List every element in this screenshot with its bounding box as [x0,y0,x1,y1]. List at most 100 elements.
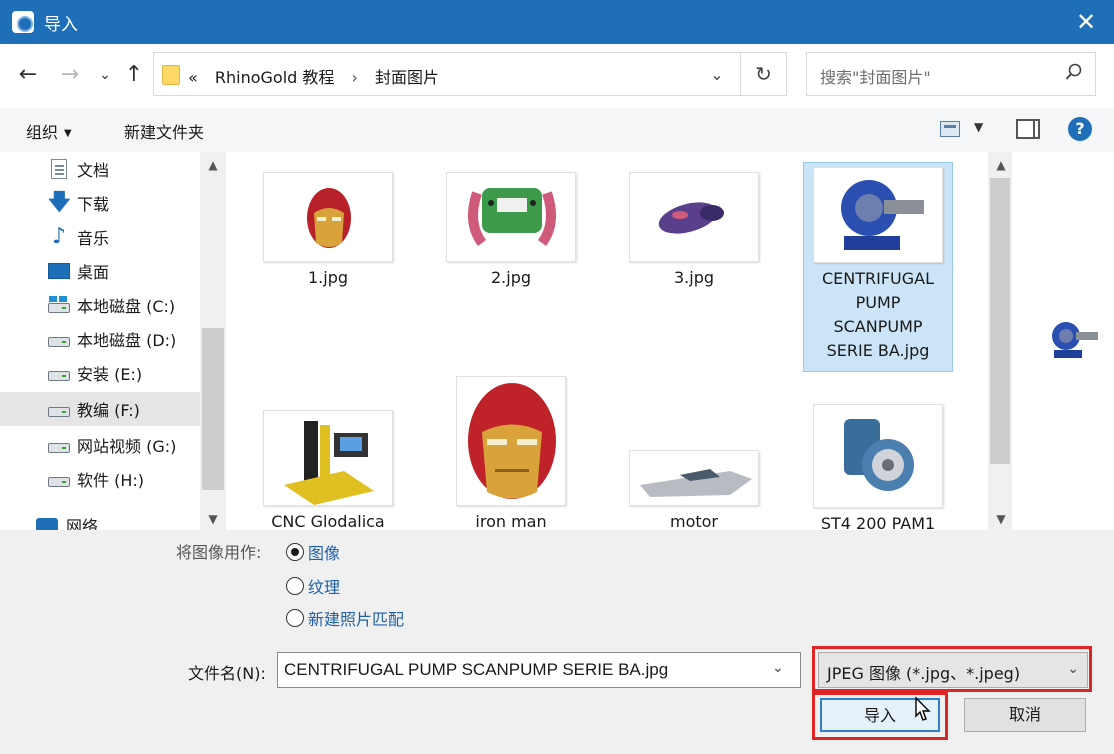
file-thumbnail [813,404,943,508]
radio-button[interactable] [286,609,304,627]
back-arrow-icon[interactable]: ← [16,62,40,88]
scroll-down-icon[interactable]: ▼ [200,508,226,530]
sidebar-item-label: 安装 (E:) [77,365,143,384]
sidebar-scrollbar[interactable]: ▲ ▼ [200,152,226,530]
breadcrumb-item[interactable]: RhinoGold 教程 [215,68,335,87]
file-name: 2.jpg [490,268,532,287]
address-dropdown-icon[interactable]: ⌄ [705,63,729,87]
file-thumbnail [629,172,759,262]
file-name: 3.jpg [673,268,715,287]
file-item[interactable]: CNC Glodalica [253,410,403,530]
sidebar-item-drive-c[interactable]: 本地磁盘 (C:) [0,288,200,322]
change-view-icon[interactable] [940,121,960,137]
file-item[interactable]: 3.jpg [619,172,769,294]
file-item[interactable]: CENTRIFUGAL PUMP SCANPUMP SERIE BA.jpg [803,162,953,372]
sidebar-item-label: 本地磁盘 (D:) [77,331,177,350]
address-bar[interactable]: « RhinoGold 教程 › 封面图片 ⌄ ↻ [153,52,787,96]
file-item[interactable]: ST4 200 PAM1 [803,404,953,530]
forward-arrow-icon[interactable]: → [58,62,82,88]
file-item[interactable]: 1.jpg [253,172,403,294]
sidebar-item-drive-g[interactable]: 网站视频 (G:) [0,428,200,462]
recent-locations-chevron-icon[interactable]: ⌄ [93,62,117,88]
sidebar-item-label: 网站视频 (G:) [77,437,177,456]
breadcrumb-overflow[interactable]: « [188,68,198,87]
file-thumbnail [446,172,576,262]
organize-label: 组织 [26,123,59,142]
file-item[interactable]: iron man [436,376,586,530]
help-icon[interactable]: ? [1068,117,1092,141]
file-name: iron man [475,512,547,530]
file-list: 1.jpg 2.jpg 3.jpg CENTRIFUGAL PUMP SCANP… [226,152,988,530]
sidebar-item-documents[interactable]: 文档 [0,152,200,186]
document-icon [51,159,67,179]
sidebar-item-drive-d[interactable]: 本地磁盘 (D:) [0,322,200,356]
file-name: 1.jpg [307,268,349,287]
file-thumbnail [456,376,566,506]
refresh-icon[interactable]: ↻ [740,53,786,95]
sidebar-item-network[interactable]: 网络 [0,508,200,530]
new-folder-button[interactable]: 新建文件夹 [124,119,204,143]
search-input[interactable]: 搜索"封面图片" [806,52,1096,96]
breadcrumb: « RhinoGold 教程 › 封面图片 [188,64,451,88]
sidebar-item-label: 音乐 [77,229,110,248]
cancel-button[interactable]: 取消 [964,698,1086,732]
breadcrumb-separator-icon[interactable]: › [352,68,358,87]
up-arrow-icon[interactable]: ↑ [122,62,146,88]
highlight-frame [812,646,1092,692]
preview-pane-icon[interactable] [1016,119,1040,139]
rhino-app-icon [12,11,34,33]
file-item[interactable]: motor [619,450,769,530]
scroll-up-icon[interactable]: ▲ [200,154,226,176]
address-row: ← → ⌄ ↑ « RhinoGold 教程 › 封面图片 ⌄ ↻ 搜索"封面图… [0,44,1114,108]
download-icon: 🡇 [48,190,71,215]
sidebar-item-label: 本地磁盘 (C:) [77,297,176,316]
file-name-field[interactable] [277,652,801,688]
dialog-footer: 将图像用作: 图像 纹理 新建照片匹配 文件名(N): ⌄ JPEG 图像 (*… [0,530,1114,754]
sidebar-item-label: 网络 [66,517,99,530]
radio-label: 纹理 [308,578,341,597]
desktop-icon [48,263,70,279]
file-list-scrollbar[interactable]: ▲ ▼ [988,152,1012,530]
breadcrumb-item[interactable]: 封面图片 [375,68,439,87]
drive-icon [48,477,70,487]
network-icon [36,518,58,530]
folder-icon [162,65,180,85]
file-name: motor [669,512,718,530]
file-item[interactable]: 2.jpg [436,172,586,294]
sidebar-item-label: 桌面 [77,263,110,282]
use-as-image-radio[interactable]: 图像 [286,540,340,564]
title-bar: 导入 ✕ [0,0,1114,44]
search-icon[interactable] [1065,63,1083,86]
sidebar-item-desktop[interactable]: 桌面 [0,254,200,288]
command-bar: 组织 ▼ 新建文件夹 ▼ ? [0,108,1114,152]
organize-menu-button[interactable]: 组织 ▼ [26,119,72,143]
scroll-up-icon[interactable]: ▲ [988,154,1014,176]
radio-button[interactable] [286,577,304,595]
close-icon[interactable]: ✕ [1066,4,1106,40]
file-name-dropdown-icon[interactable]: ⌄ [772,660,784,676]
sidebar-item-drive-f[interactable]: 教编 (F:) [0,392,200,426]
view-options-caret-icon[interactable]: ▼ [974,120,983,134]
music-icon: ♪ [51,224,67,249]
preview-pane [1012,152,1114,530]
radio-label: 新建照片匹配 [308,610,405,629]
scroll-down-icon[interactable]: ▼ [988,508,1014,530]
mouse-cursor-icon [910,696,934,730]
sidebar-item-drive-h[interactable]: 软件 (H:) [0,462,200,496]
sidebar-item-label: 教编 (F:) [77,401,140,420]
drive-icon [48,443,70,453]
use-as-photo-match-radio[interactable]: 新建照片匹配 [286,606,404,630]
scrollbar-thumb[interactable] [202,328,224,490]
use-as-texture-radio[interactable]: 纹理 [286,574,340,598]
sidebar-item-downloads[interactable]: 🡇 下载 [0,186,200,220]
sidebar-item-drive-e[interactable]: 安装 (E:) [0,356,200,390]
radio-button[interactable] [286,543,304,561]
caret-down-icon: ▼ [64,128,72,139]
drive-icon [48,337,70,347]
file-thumbnail [629,450,759,506]
scrollbar-thumb[interactable] [990,178,1010,464]
radio-label: 图像 [308,544,341,563]
sidebar-item-music[interactable]: ♪ 音乐 [0,220,200,254]
file-thumbnail [813,167,943,263]
drive-icon [48,407,70,417]
